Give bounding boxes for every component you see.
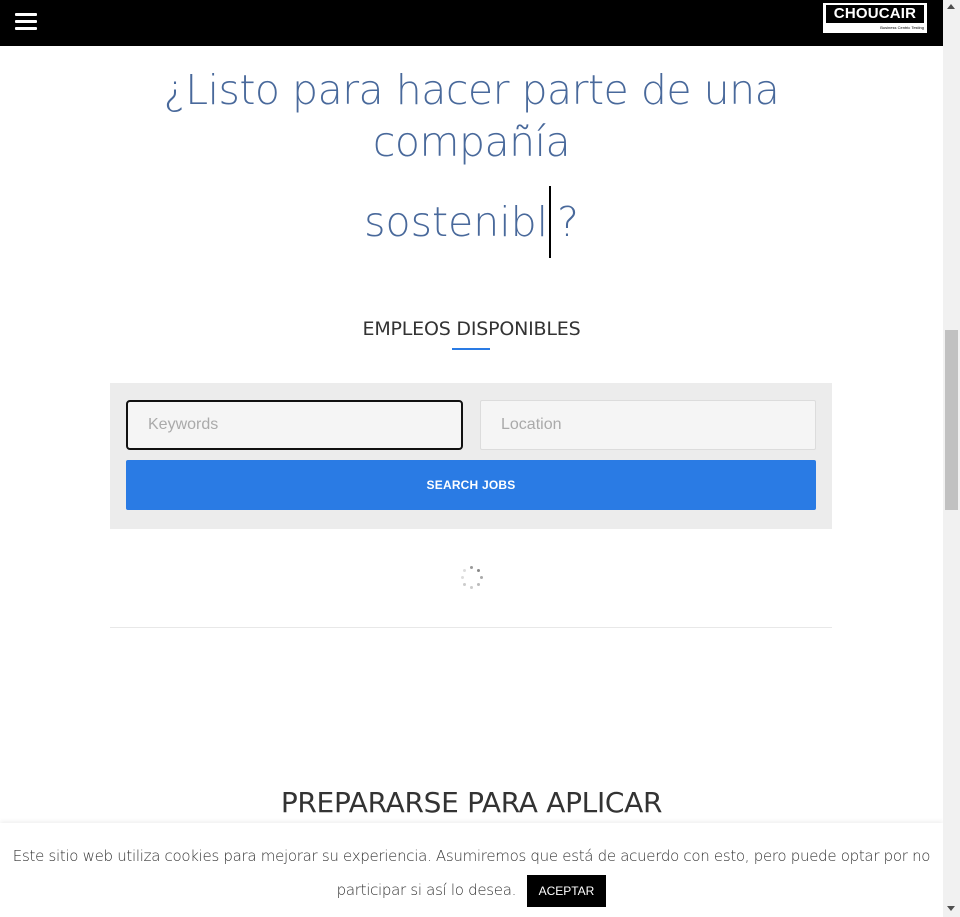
logo-tagline: Business Centric Testing [880,25,924,30]
typed-word: sostenibl [364,198,549,246]
job-search-panel: Keywords Location SEARCH JOBS [110,383,832,529]
scrollbar-thumb[interactable] [945,330,958,510]
location-input[interactable]: Location [480,400,816,450]
search-jobs-button[interactable]: SEARCH JOBS [126,460,816,510]
cookie-consent-bar: Este sitio web utiliza cookies para mejo… [0,823,943,917]
spinner-icon [461,566,483,589]
prepare-section-title: PREPARARSE PARA APLICAR [280,786,663,819]
title-underline [452,348,490,350]
menu-bar-line [15,27,37,30]
logo-wordmark: CHOUCAIR [826,5,924,23]
cookie-message: Este sitio web utiliza cookies para mejo… [10,839,933,907]
menu-bar-line [15,20,37,23]
cookie-text: Este sitio web utiliza cookies para mejo… [12,847,931,899]
hamburger-menu-icon[interactable] [15,13,37,31]
hero-headline-line1: ¿Listo para hacer parte de una compañía [163,66,780,166]
scroll-up-arrow-icon[interactable] [947,4,955,9]
menu-bar-line [15,13,37,16]
section-divider [110,627,832,628]
hero-headline: ¿Listo para hacer parte de una compañía … [0,64,943,258]
accept-cookies-button[interactable]: ACEPTAR [526,874,607,907]
hero-headline-line2: sostenibl? [0,186,943,258]
typing-caret [549,186,552,258]
jobs-section-title: EMPLEOS DISPONIBLES [362,318,581,340]
keywords-input[interactable]: Keywords [126,400,463,450]
top-navigation-bar: CHOUCAIR Business Centric Testing [0,0,943,46]
choucair-logo[interactable]: CHOUCAIR Business Centric Testing [823,3,927,33]
page-scrollbar[interactable] [943,0,960,917]
scroll-down-arrow-icon[interactable] [947,906,955,911]
question-mark: ? [557,198,579,246]
